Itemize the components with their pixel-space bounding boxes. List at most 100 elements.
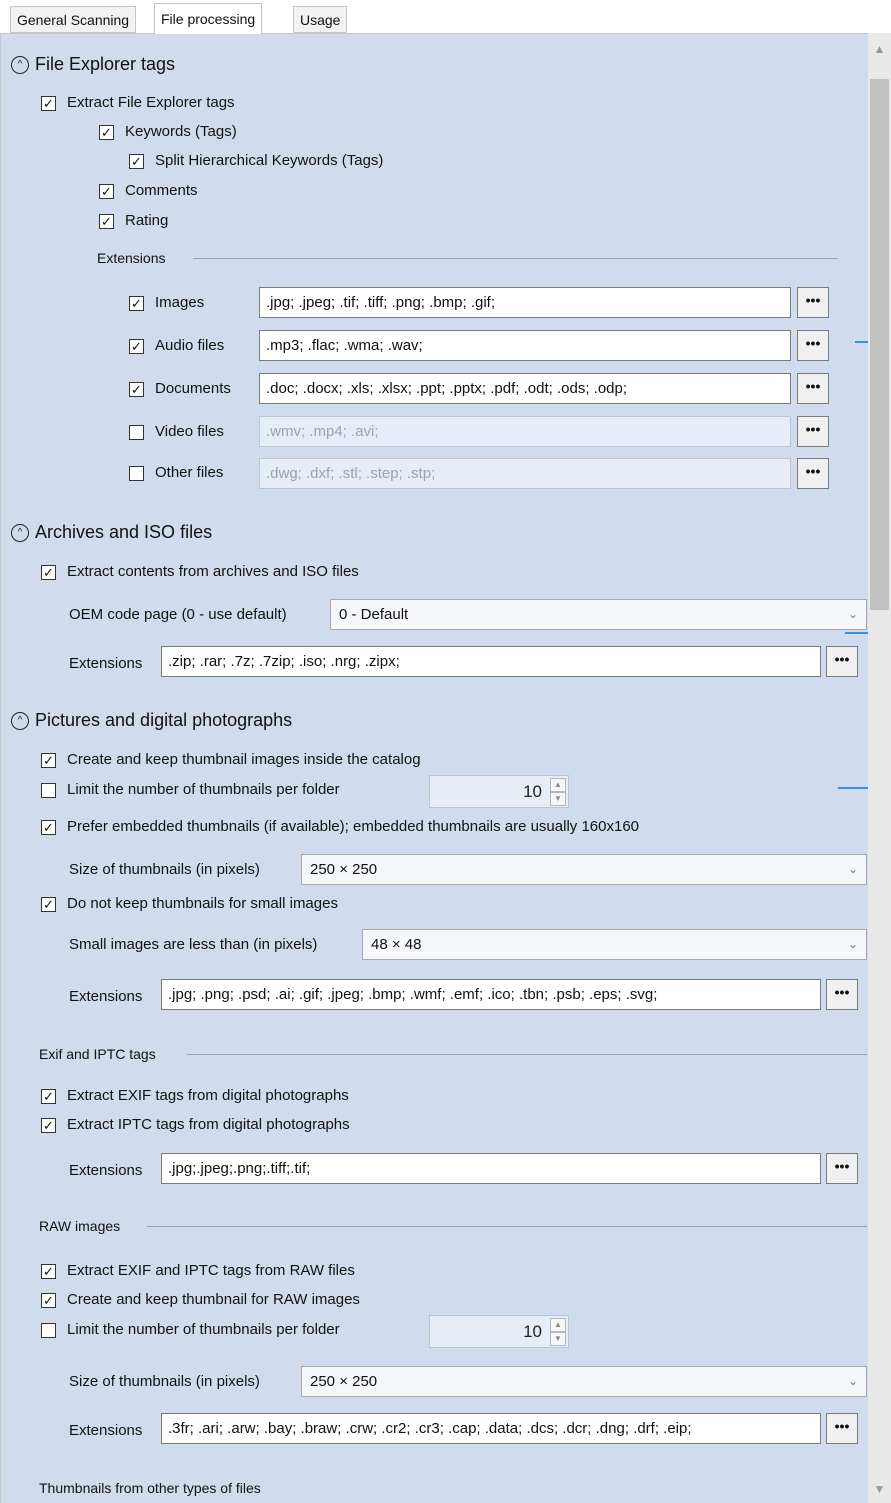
separator-exif <box>187 1054 867 1055</box>
label-documents: Documents <box>155 380 231 397</box>
label-pictures-extensions: Extensions <box>69 988 143 1005</box>
audio-browse-button[interactable]: ••• <box>797 330 829 361</box>
exif-browse-button[interactable]: ••• <box>826 1153 858 1184</box>
limit-thumbnails-value: 10 <box>523 782 542 801</box>
checkbox-create-thumbnails[interactable]: ✓ <box>41 753 56 768</box>
raw-thumbnail-size-select[interactable]: 250 × 250 ⌄ <box>301 1366 867 1397</box>
label-limit-thumbnails: Limit the number of thumbnails per folde… <box>67 781 340 798</box>
audio-extensions-input[interactable]: .mp3; .flac; .wma; .wav; <box>259 330 791 361</box>
label-create-thumbnails: Create and keep thumbnail images inside … <box>67 751 421 768</box>
collapse-pictures-icon[interactable]: ^ <box>11 712 29 730</box>
label-thumbnail-size: Size of thumbnails (in pixels) <box>69 861 260 878</box>
raw-browse-button[interactable]: ••• <box>826 1413 858 1444</box>
settings-panel: ^ File Explorer tags ✓ Extract File Expl… <box>0 33 868 1503</box>
raw-extensions-input[interactable]: .3fr; .ari; .arw; .bay; .braw; .crw; .cr… <box>161 1413 821 1444</box>
checkbox-split-keywords[interactable]: ✓ <box>129 154 144 169</box>
oem-code-page-select[interactable]: 0 - Default ⌄ <box>330 599 867 630</box>
images-browse-button[interactable]: ••• <box>797 287 829 318</box>
checkbox-extract-explorer[interactable]: ✓ <box>41 96 56 111</box>
raw-limit-thumbnails-stepper[interactable]: 10 ▲ ▼ <box>429 1315 569 1348</box>
spin-down-icon[interactable]: ▼ <box>550 1332 566 1346</box>
label-rating: Rating <box>125 212 169 229</box>
archives-extensions-input[interactable]: .zip; .rar; .7z; .7zip; .iso; .nrg; .zip… <box>161 646 821 677</box>
chevron-down-icon: ⌄ <box>847 607 858 621</box>
scroll-thumb[interactable] <box>870 79 889 610</box>
checkbox-limit-thumbnails[interactable] <box>41 783 56 798</box>
label-raw-thumbnail: Create and keep thumbnail for RAW images <box>67 1291 360 1308</box>
oem-code-page-value: 0 - Default <box>339 606 409 623</box>
checkbox-video[interactable] <box>129 425 144 440</box>
section-title-pictures: Pictures and digital photographs <box>35 710 293 730</box>
checkbox-extract-iptc[interactable]: ✓ <box>41 1118 56 1133</box>
checkbox-raw-limit-thumbnails[interactable] <box>41 1323 56 1338</box>
collapse-archives-icon[interactable]: ^ <box>11 524 29 542</box>
separator-explorer-extensions <box>193 258 838 259</box>
collapse-explorer-icon[interactable]: ^ <box>11 56 29 74</box>
checkbox-extract-exif[interactable]: ✓ <box>41 1089 56 1104</box>
documents-extensions-input[interactable]: .doc; .docx; .xls; .xlsx; .ppt; .pptx; .… <box>259 373 791 404</box>
checkbox-other[interactable] <box>129 466 144 481</box>
label-small-images-size: Small images are less than (in pixels) <box>69 936 318 953</box>
tab-file-processing[interactable]: File processing <box>154 3 263 34</box>
raw-thumbnail-size-value: 250 × 250 <box>310 1373 378 1390</box>
checkbox-rating[interactable]: ✓ <box>99 214 114 229</box>
tab-usage[interactable]: Usage <box>293 6 348 33</box>
limit-thumbnails-stepper[interactable]: 10 ▲ ▼ <box>429 775 569 808</box>
label-extract-exif: Extract EXIF tags from digital photograp… <box>67 1087 349 1104</box>
other-browse-button[interactable]: ••• <box>797 458 829 489</box>
other-extensions-input[interactable]: .dwg; .dxf; .stl; .step; .stp; <box>259 458 791 489</box>
spin-up-icon[interactable]: ▲ <box>550 778 566 792</box>
spin-down-icon[interactable]: ▼ <box>550 792 566 806</box>
spin-up-icon[interactable]: ▲ <box>550 1318 566 1332</box>
label-prefer-embedded: Prefer embedded thumbnails (if available… <box>67 818 640 835</box>
checkbox-keywords[interactable]: ✓ <box>99 125 114 140</box>
scroll-down-icon[interactable]: ▼ <box>868 1479 891 1499</box>
label-raw-limit-thumbnails: Limit the number of thumbnails per folde… <box>67 1321 340 1338</box>
documents-browse-button[interactable]: ••• <box>797 373 829 404</box>
small-images-size-value: 48 × 48 <box>371 936 422 953</box>
checkbox-documents[interactable]: ✓ <box>129 382 144 397</box>
checkbox-raw-extract[interactable]: ✓ <box>41 1264 56 1279</box>
label-comments: Comments <box>125 182 198 199</box>
label-other-thumbnails-group: Thumbnails from other types of files <box>39 1480 261 1496</box>
label-split-keywords: Split Hierarchical Keywords (Tags) <box>155 152 384 169</box>
chevron-down-icon: ⌄ <box>847 937 858 951</box>
raw-limit-thumbnails-value: 10 <box>523 1322 542 1341</box>
checkbox-no-small-thumbnails[interactable]: ✓ <box>41 897 56 912</box>
checkbox-comments[interactable]: ✓ <box>99 184 114 199</box>
section-title-explorer: File Explorer tags <box>35 54 176 74</box>
label-keywords: Keywords (Tags) <box>125 123 237 140</box>
checkbox-raw-thumbnail[interactable]: ✓ <box>41 1293 56 1308</box>
pictures-extensions-input[interactable]: .jpg; .png; .psd; .ai; .gif; .jpeg; .bmp… <box>161 979 821 1010</box>
tab-bar: General Scanning File processing Usage <box>0 0 891 34</box>
scroll-up-icon[interactable]: ▲ <box>868 39 891 59</box>
checkbox-extract-archives[interactable]: ✓ <box>41 565 56 580</box>
video-extensions-input[interactable]: .wmv; .mp4; .avi; <box>259 416 791 447</box>
checkbox-images[interactable]: ✓ <box>129 296 144 311</box>
small-images-size-select[interactable]: 48 × 48 ⌄ <box>362 929 867 960</box>
exif-extensions-input[interactable]: .jpg;.jpeg;.png;.tiff;.tif; <box>161 1153 821 1184</box>
label-explorer-extensions-group: Extensions <box>97 250 166 266</box>
label-raw-thumbnail-size: Size of thumbnails (in pixels) <box>69 1373 260 1390</box>
chevron-down-icon: ⌄ <box>847 862 858 876</box>
separator-raw <box>147 1226 867 1227</box>
label-oem-code-page: OEM code page (0 - use default) <box>69 606 287 623</box>
checkbox-audio[interactable]: ✓ <box>129 339 144 354</box>
label-raw-extensions: Extensions <box>69 1422 143 1439</box>
label-audio: Audio files <box>155 337 225 354</box>
vertical-scrollbar[interactable]: ▲ ▼ <box>868 33 891 1503</box>
tab-general-scanning[interactable]: General Scanning <box>10 6 137 33</box>
pictures-browse-button[interactable]: ••• <box>826 979 858 1010</box>
thumbnail-size-value: 250 × 250 <box>310 861 378 878</box>
label-raw-extract: Extract EXIF and IPTC tags from RAW file… <box>67 1262 355 1279</box>
images-extensions-input[interactable]: .jpg; .jpeg; .tif; .tiff; .png; .bmp; .g… <box>259 287 791 318</box>
label-extract-explorer: Extract File Explorer tags <box>67 94 235 111</box>
checkbox-prefer-embedded[interactable]: ✓ <box>41 820 56 835</box>
thumbnail-size-select[interactable]: 250 × 250 ⌄ <box>301 854 867 885</box>
video-browse-button[interactable]: ••• <box>797 416 829 447</box>
label-no-small-thumbnails: Do not keep thumbnails for small images <box>67 895 338 912</box>
label-extract-iptc: Extract IPTC tags from digital photograp… <box>67 1116 350 1133</box>
archives-browse-button[interactable]: ••• <box>826 646 858 677</box>
label-video: Video files <box>155 423 224 440</box>
label-images: Images <box>155 294 205 311</box>
